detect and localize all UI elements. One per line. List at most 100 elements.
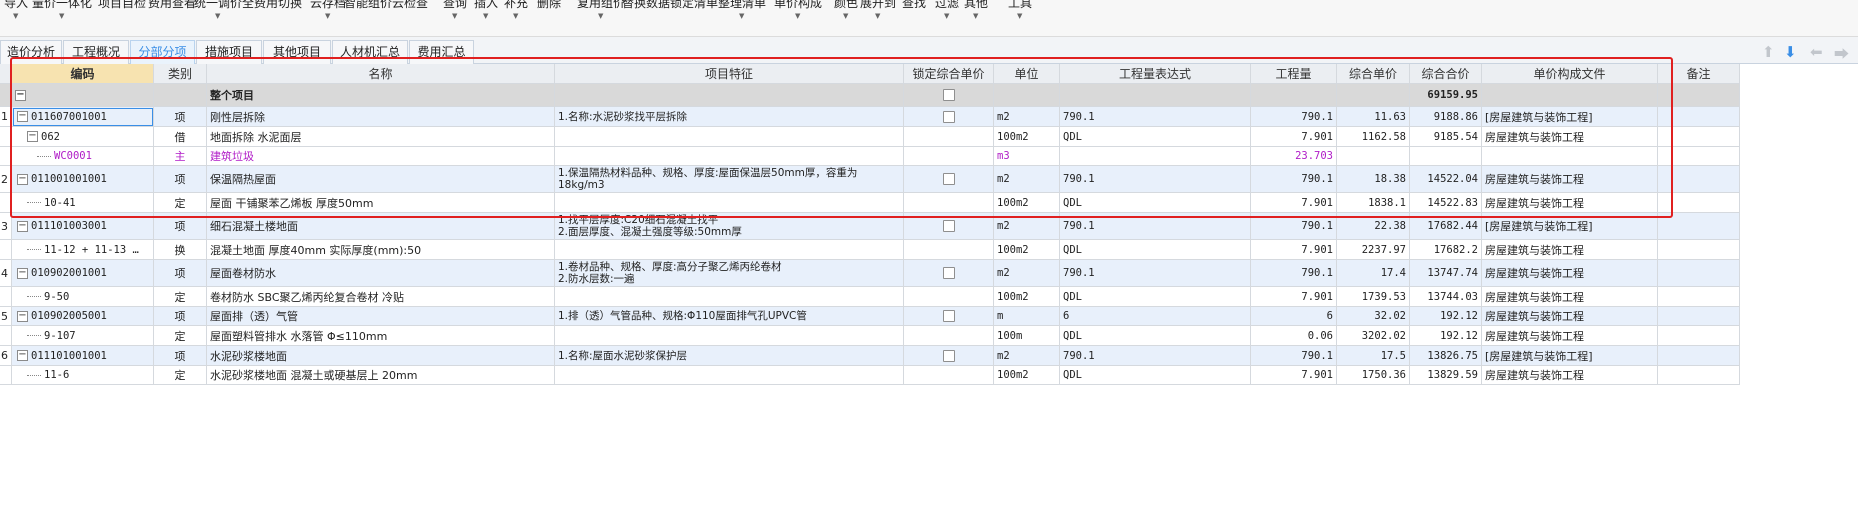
code-cell[interactable]: −010902001001 [12, 260, 154, 287]
expr-cell[interactable]: QDL [1060, 326, 1251, 346]
toolbar-button-15[interactable]: 替换数据 [622, 0, 670, 11]
arrow-left-icon[interactable]: ⬅ [1810, 43, 1823, 61]
qty-cell[interactable]: 0.06 [1251, 326, 1337, 346]
total-cell[interactable]: 13747.74 [1410, 260, 1482, 287]
unit-price-cell[interactable]: 3202.02 [1337, 326, 1410, 346]
features-cell[interactable] [555, 240, 904, 260]
arrow-up-icon[interactable]: ⬆ [1762, 43, 1775, 61]
lock-cell[interactable] [904, 287, 994, 307]
total-cell[interactable]: 13744.03 [1410, 287, 1482, 307]
quota-row[interactable]: 9-50 定卷材防水 SBC聚乙烯丙纶复合卷材 冷贴 100m2 QDL 7.901 17… [0, 287, 1740, 307]
toolbar-button-16[interactable]: 锁定清单 [670, 0, 718, 11]
name-cell[interactable]: 屋面排（透）气管 [207, 307, 555, 326]
toolbar-button-1[interactable]: 导入 [4, 0, 28, 11]
total-cell[interactable]: 17682.2 [1410, 240, 1482, 260]
code-cell[interactable]: 11-12 + 11-13 … [12, 240, 154, 260]
unit-cell[interactable]: 100m [994, 326, 1060, 346]
lock-price-checkbox[interactable] [942, 310, 955, 322]
collapse-icon[interactable]: − [17, 310, 28, 322]
toolbar-button-22[interactable]: 过滤 [935, 0, 959, 11]
unit-cell[interactable]: 100m2 [994, 287, 1060, 307]
lock-cell[interactable] [904, 240, 994, 260]
lock-price-checkbox[interactable] [942, 220, 955, 232]
arrow-down-icon[interactable]: ⬇ [1784, 43, 1797, 61]
file-cell[interactable]: 房屋建筑与装饰工程 [1482, 307, 1658, 326]
expr-cell[interactable]: 790.1 [1060, 346, 1251, 366]
quota-row[interactable]: 9-107 定屋面塑料管排水 水落管 Φ≤110mm 100m QDL 0.06 3202… [0, 326, 1740, 346]
total-cell[interactable]: 192.12 [1410, 326, 1482, 346]
code-cell[interactable]: −011101001001 [12, 346, 154, 366]
category-cell[interactable]: 换 [154, 240, 207, 260]
total-cell[interactable]: 13826.75 [1410, 346, 1482, 366]
category-cell[interactable]: 项 [154, 260, 207, 287]
toolbar-button-4[interactable]: 费用查看 [148, 0, 196, 11]
toolbar-button-13[interactable]: 删除 [537, 0, 561, 11]
file-cell[interactable]: 房屋建筑与装饰工程 [1482, 260, 1658, 287]
remark-cell[interactable] [1658, 260, 1740, 287]
lock-price-checkbox[interactable] [942, 349, 955, 362]
unit-price-cell[interactable]: 17.4 [1337, 260, 1410, 287]
qty-cell[interactable]: 790.1 [1251, 260, 1337, 287]
unit-cell[interactable]: m2 [994, 346, 1060, 366]
remark-cell[interactable] [1658, 287, 1740, 307]
collapse-icon[interactable]: − [17, 267, 28, 279]
expr-cell[interactable]: QDL [1060, 366, 1251, 385]
toolbar-button-12[interactable]: 补充 [504, 0, 528, 11]
qty-cell[interactable]: 7.901 [1251, 366, 1337, 385]
collapse-icon[interactable]: − [17, 220, 28, 232]
features-cell[interactable] [555, 287, 904, 307]
toolbar-button-18[interactable]: 单价构成 [774, 0, 822, 11]
file-cell[interactable]: 房屋建筑与装饰工程 [1482, 240, 1658, 260]
expr-cell[interactable]: 790.1 [1060, 260, 1251, 287]
lock-price-checkbox[interactable] [942, 267, 955, 279]
features-cell[interactable] [555, 366, 904, 385]
code-cell[interactable]: 11-6 [12, 366, 154, 385]
file-cell[interactable]: 房屋建筑与装饰工程 [1482, 287, 1658, 307]
qty-cell[interactable]: 7.901 [1251, 240, 1337, 260]
unit-cell[interactable]: m2 [994, 260, 1060, 287]
features-cell[interactable] [555, 326, 904, 346]
unit-price-cell[interactable]: 17.5 [1337, 346, 1410, 366]
expr-cell[interactable]: QDL [1060, 240, 1251, 260]
category-cell[interactable]: 项 [154, 307, 207, 326]
unit-cell[interactable]: 100m2 [994, 240, 1060, 260]
qty-cell[interactable]: 7.901 [1251, 287, 1337, 307]
toolbar-button-2[interactable]: 量价一体化 [32, 0, 92, 11]
unit-price-cell[interactable]: 1739.53 [1337, 287, 1410, 307]
remark-cell[interactable] [1658, 307, 1740, 326]
bill-item-row[interactable]: 4−010902001001 项屋面卷材防水 1.卷材品种、规格、厚度:高分子聚乙烯… [0, 260, 1740, 287]
expr-cell[interactable]: 6 [1060, 307, 1251, 326]
unit-cell[interactable]: m [994, 307, 1060, 326]
toolbar-button-21[interactable]: 查找 [902, 0, 926, 11]
toolbar-button-3[interactable]: 项目自检 [98, 0, 146, 11]
toolbar-button-11[interactable]: 插入 [474, 0, 498, 11]
file-cell[interactable]: 房屋建筑与装饰工程 [1482, 366, 1658, 385]
toolbar-button-7[interactable]: 云存档 [310, 0, 346, 11]
category-cell[interactable]: 项 [154, 346, 207, 366]
bill-item-row[interactable]: 5−010902005001 项屋面排（透）气管 1.排（透）气管品种、规格:Φ11… [0, 307, 1740, 326]
name-cell[interactable]: 屋面卷材防水 [207, 260, 555, 287]
arrow-right-icon[interactable]: ⮕ [1834, 43, 1849, 64]
lock-cell[interactable] [904, 366, 994, 385]
toolbar-button-9[interactable]: 云检查 [392, 0, 428, 11]
lock-cell[interactable] [904, 346, 994, 366]
file-cell[interactable]: [房屋建筑与装饰工程] [1482, 346, 1658, 366]
quota-row[interactable]: 11-6 定水泥砂浆楼地面 混凝土或硬基层上 20mm 100m2 QDL 7.901 1… [0, 366, 1740, 385]
toolbar-button-20[interactable]: 展开到 [860, 0, 896, 11]
toolbar-button-17[interactable]: 整理清单 [718, 0, 766, 11]
toolbar-button-10[interactable]: 查询 [443, 0, 467, 11]
name-cell[interactable]: 混凝土地面 厚度40mm 实际厚度(mm):50 [207, 240, 555, 260]
features-cell[interactable]: 1.卷材品种、规格、厚度:高分子聚乙烯丙纶卷材 2.防水层数:一遍 [555, 260, 904, 287]
toolbar-button-24[interactable]: 工具 [1008, 0, 1032, 11]
total-cell[interactable]: 13829.59 [1410, 366, 1482, 385]
features-cell[interactable]: 1.排（透）气管品种、规格:Φ110屋面排气孔UPVC管 [555, 307, 904, 326]
toolbar-button-8[interactable]: 智能组价 [344, 0, 392, 11]
quota-row[interactable]: 11-12 + 11-13 … 换混凝土地面 厚度40mm 实际厚度(mm):50… [0, 240, 1740, 260]
category-cell[interactable]: 定 [154, 287, 207, 307]
features-cell[interactable]: 1.名称:屋面水泥砂浆保护层 [555, 346, 904, 366]
unit-price-cell[interactable]: 1750.36 [1337, 366, 1410, 385]
toolbar-button-23[interactable]: 其他 [964, 0, 988, 11]
unit-price-cell[interactable]: 2237.97 [1337, 240, 1410, 260]
name-cell[interactable]: 水泥砂浆楼地面 混凝土或硬基层上 20mm [207, 366, 555, 385]
name-cell[interactable]: 水泥砂浆楼地面 [207, 346, 555, 366]
